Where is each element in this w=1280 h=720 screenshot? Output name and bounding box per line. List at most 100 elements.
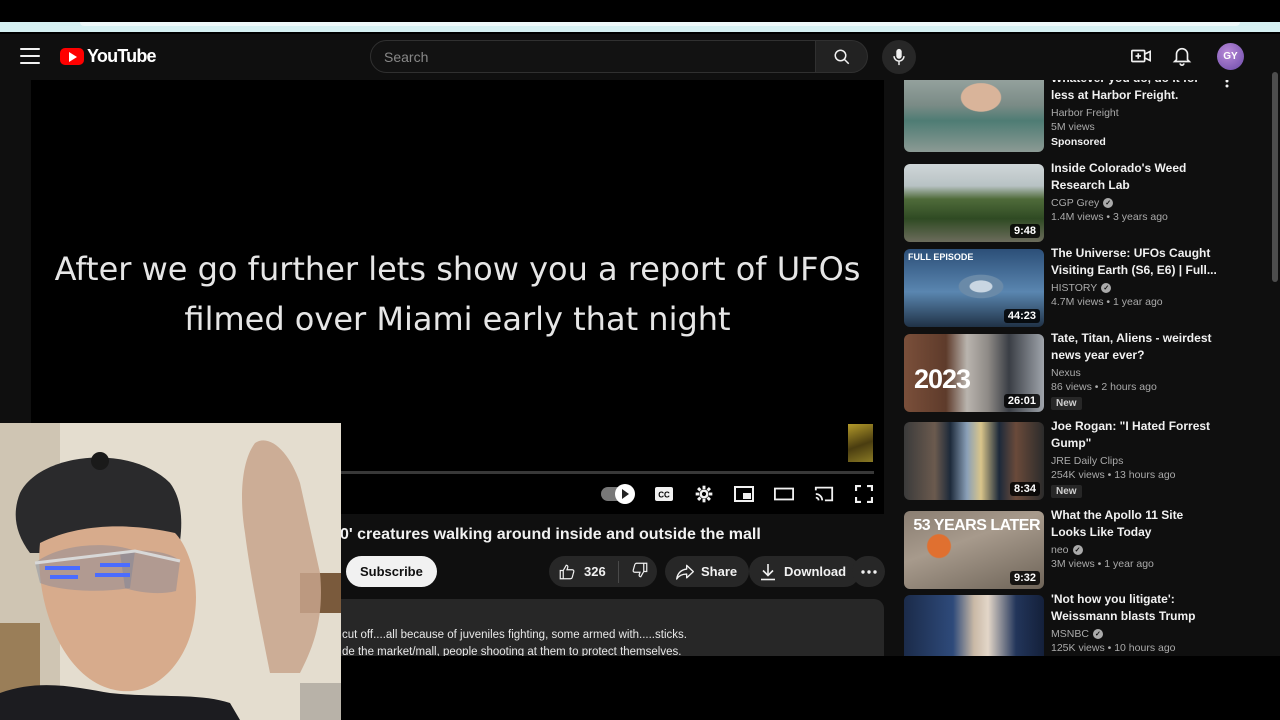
notifications-button[interactable]	[1171, 45, 1193, 72]
masthead: YouTube Search GY	[0, 34, 1270, 80]
scrollbar-thumb[interactable]	[1272, 72, 1278, 282]
svg-text:CC: CC	[658, 491, 670, 500]
video-title[interactable]: Whatever you do, do it for less at Harbo…	[1051, 80, 1221, 104]
menu-icon[interactable]	[20, 48, 40, 64]
youtube-logo[interactable]: YouTube	[60, 46, 157, 67]
video-meta: 3M views • 1 year ago	[1051, 558, 1154, 570]
list-item[interactable]: 9:48 Inside Colorado's Weed Research Lab…	[904, 161, 1244, 244]
video-meta: 5M views	[1051, 121, 1095, 133]
share-button[interactable]: Share	[665, 556, 750, 587]
logo-text: YouTube	[87, 46, 157, 66]
channel-name[interactable]: neo	[1051, 544, 1221, 556]
list-item[interactable]: 2023 26:01 Tate, Titan, Aliens - weirdes…	[904, 331, 1244, 414]
verified-icon	[1101, 283, 1112, 293]
fullscreen-button[interactable]	[854, 484, 874, 504]
download-button[interactable]: Download	[749, 556, 861, 587]
video-duration: 26:01	[1003, 394, 1040, 408]
video-thumbnail[interactable]: 53 YEARS LATER 9:32	[904, 511, 1044, 589]
subscribe-button[interactable]: Subscribe	[346, 556, 437, 587]
download-icon	[761, 563, 775, 580]
microphone-icon	[893, 48, 905, 66]
miniplayer-button[interactable]	[734, 484, 754, 504]
video-meta: 4.7M views • 1 year ago	[1051, 296, 1163, 308]
video-thumbnail[interactable]: 9:48	[904, 164, 1044, 242]
cast-button[interactable]	[814, 484, 834, 504]
settings-button[interactable]	[694, 484, 714, 504]
search-button[interactable]	[816, 40, 868, 73]
video-info: The Universe: UFOs Caught Visiting Earth…	[1051, 245, 1221, 308]
channel-name[interactable]: MSNBC	[1051, 628, 1221, 640]
video-duration: 8:34	[1009, 482, 1040, 496]
search-input[interactable]: Search	[370, 40, 816, 73]
video-info: Inside Colorado's Weed Research Lab CGP …	[1051, 160, 1221, 223]
video-title[interactable]: The Universe: UFOs Caught Visiting Earth…	[1051, 245, 1221, 279]
video-title[interactable]: Inside Colorado's Weed Research Lab	[1051, 160, 1221, 194]
channel-watermark[interactable]	[848, 424, 873, 462]
video-info: Whatever you do, do it for less at Harbo…	[1051, 80, 1221, 148]
video-thumbnail[interactable]	[904, 80, 1044, 152]
list-item[interactable]: 8:34 Joe Rogan: "I Hated Forrest Gump" J…	[904, 419, 1244, 502]
video-duration: 9:48	[1009, 224, 1040, 238]
description-line-1: cut off....all because of juveniles figh…	[342, 629, 687, 641]
like-button[interactable]: 326	[549, 560, 619, 583]
more-options-button[interactable]	[1225, 80, 1235, 90]
video-meta: 1.4M views • 3 years ago	[1051, 211, 1168, 223]
video-duration: 44:23	[1003, 309, 1040, 323]
page-scrollbar[interactable]	[1270, 34, 1280, 656]
theater-mode-button[interactable]	[774, 484, 794, 504]
voice-search-button[interactable]	[882, 40, 916, 74]
thumbnail-text: 2023	[914, 364, 971, 394]
video-title[interactable]: Joe Rogan: "I Hated Forrest Gump"	[1051, 418, 1221, 452]
video-info: 'Not how you litigate': Weissmann blasts…	[1051, 591, 1221, 654]
video-duration: 9:32	[1009, 571, 1040, 585]
autoplay-switch-icon	[601, 484, 635, 504]
video-thumbnail[interactable]: 2023 26:01	[904, 334, 1044, 412]
channel-name[interactable]: Nexus	[1051, 367, 1221, 379]
thumbs-up-icon	[559, 564, 575, 579]
bell-icon	[1172, 47, 1192, 66]
dislike-button[interactable]	[619, 561, 649, 582]
video-title[interactable]: Tate, Titan, Aliens - weirdest news year…	[1051, 330, 1221, 364]
cast-icon	[814, 486, 834, 502]
video-caption: After we go further lets show you a repo…	[31, 244, 884, 344]
verified-icon	[1103, 198, 1114, 208]
captions-button[interactable]: CC	[654, 484, 674, 504]
fullscreen-icon	[855, 485, 873, 503]
search-icon	[834, 49, 849, 64]
video-thumbnail[interactable]: FULL EPISODE 44:23	[904, 249, 1044, 327]
avatar[interactable]: GY	[1217, 43, 1244, 70]
list-item[interactable]: 53 YEARS LATER 9:32 What the Apollo 11 S…	[904, 508, 1244, 591]
list-item[interactable]: 'Not how you litigate': Weissmann blasts…	[904, 592, 1244, 656]
list-item[interactable]: FULL EPISODE 44:23 The Universe: UFOs Ca…	[904, 246, 1244, 329]
channel-name[interactable]: Harbor Freight	[1051, 107, 1221, 119]
verified-icon	[1092, 629, 1103, 639]
like-count: 326	[584, 564, 606, 579]
video-thumbnail[interactable]: 8:34	[904, 422, 1044, 500]
channel-name[interactable]: CGP Grey	[1051, 197, 1221, 209]
list-item[interactable]: Whatever you do, do it for less at Harbo…	[904, 80, 1244, 154]
share-label: Share	[701, 564, 738, 579]
thumbnail-text: 53 YEARS LATER	[913, 517, 1040, 534]
channel-name[interactable]: JRE Daily Clips	[1051, 455, 1221, 467]
more-actions-button[interactable]	[852, 556, 885, 587]
browser-active-tab[interactable]	[80, 22, 1240, 26]
verified-icon	[1072, 545, 1083, 555]
video-title[interactable]: What the Apollo 11 Site Looks Like Today	[1051, 507, 1221, 541]
miniplayer-icon	[734, 486, 754, 502]
like-dislike-group: 326	[549, 556, 657, 587]
video-title[interactable]: 'Not how you litigate': Weissmann blasts…	[1051, 591, 1221, 625]
youtube-play-icon	[60, 48, 84, 65]
webcam-person-image	[0, 423, 341, 720]
video-description[interactable]: cut off....all because of juveniles figh…	[340, 599, 884, 656]
thumbs-down-icon	[632, 562, 648, 578]
thumbnail-text: FULL EPISODE	[908, 252, 974, 262]
autoplay-toggle[interactable]	[598, 484, 635, 504]
video-meta: 125K views • 10 hours ago	[1051, 642, 1176, 654]
video-thumbnail[interactable]	[904, 595, 1044, 656]
gear-icon	[695, 485, 713, 503]
new-badge: New	[1051, 485, 1082, 498]
channel-name[interactable]: HISTORY	[1051, 282, 1221, 294]
share-icon	[676, 564, 694, 580]
create-button[interactable]	[1130, 45, 1152, 72]
video-add-icon	[1131, 49, 1151, 63]
